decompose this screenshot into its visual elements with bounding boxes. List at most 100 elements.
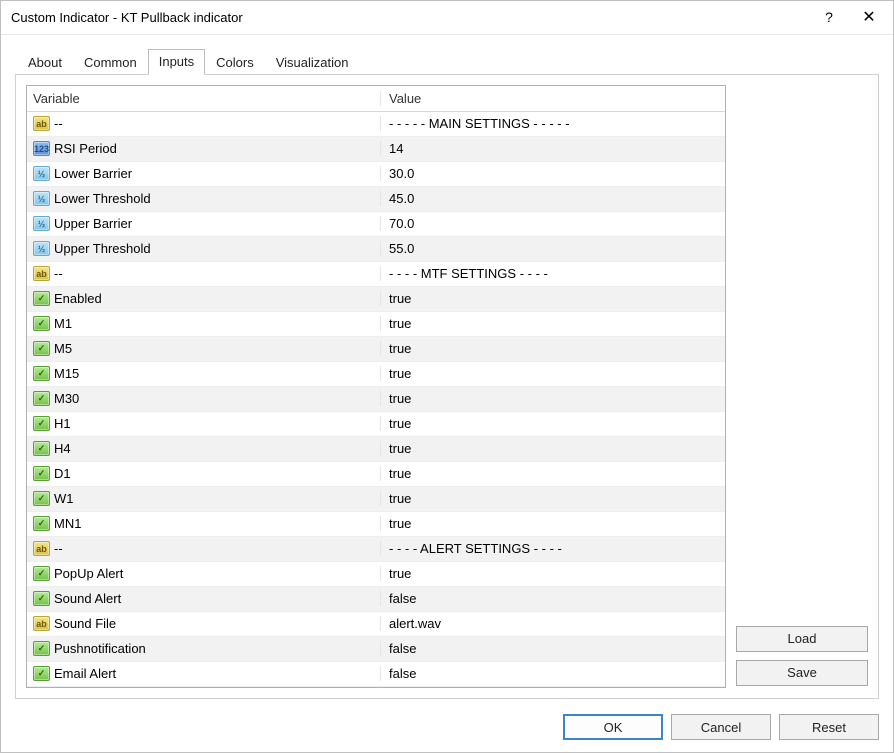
table-row[interactable]: ✓ D1 true bbox=[27, 462, 725, 487]
table-row[interactable]: ½ Lower Threshold 45.0 bbox=[27, 187, 725, 212]
table-header: Variable Value bbox=[27, 86, 725, 112]
cell-value[interactable]: true bbox=[380, 341, 725, 356]
cell-variable: 123RSI Period bbox=[27, 141, 380, 156]
cell-value[interactable]: true bbox=[380, 566, 725, 581]
type-text-icon: ab bbox=[33, 116, 50, 131]
window-title: Custom Indicator - KT Pullback indicator bbox=[11, 10, 809, 25]
cell-variable: ab-- bbox=[27, 116, 380, 131]
type-bool-icon: ✓ bbox=[33, 641, 50, 656]
table-row[interactable]: ✓MN1true bbox=[27, 512, 725, 537]
cell-variable: ab-- bbox=[27, 266, 380, 281]
tab-about[interactable]: About bbox=[17, 50, 73, 75]
cell-value[interactable]: true bbox=[380, 291, 725, 306]
tab-visualization[interactable]: Visualization bbox=[265, 50, 360, 75]
table-row[interactable]: ✓H1true bbox=[27, 412, 725, 437]
variable-name: Sound Alert bbox=[54, 591, 121, 606]
header-value[interactable]: Value bbox=[380, 91, 725, 106]
cell-value[interactable]: alert.wav bbox=[380, 616, 725, 631]
type-bool-icon: ✓ bbox=[33, 566, 50, 581]
tab-common[interactable]: Common bbox=[73, 50, 148, 75]
cell-variable: ✓ Email Alert bbox=[27, 666, 380, 681]
cell-value[interactable]: true bbox=[380, 316, 725, 331]
tab-inputs[interactable]: Inputs bbox=[148, 49, 205, 75]
table-row[interactable]: ✓ M15 true bbox=[27, 362, 725, 387]
titlebar: Custom Indicator - KT Pullback indicator… bbox=[1, 1, 893, 35]
cell-variable: ✓H4 bbox=[27, 441, 380, 456]
cell-variable: ✓ W1 bbox=[27, 491, 380, 506]
ok-button[interactable]: OK bbox=[563, 714, 663, 740]
variable-name: W1 bbox=[54, 491, 74, 506]
cell-value[interactable]: 45.0 bbox=[380, 191, 725, 206]
dialog-window: Custom Indicator - KT Pullback indicator… bbox=[0, 0, 894, 753]
variable-name: MN1 bbox=[54, 516, 81, 531]
variable-name: PopUp Alert bbox=[54, 566, 123, 581]
cell-value[interactable]: true bbox=[380, 441, 725, 456]
type-bool-icon: ✓ bbox=[33, 341, 50, 356]
close-icon: ✕ bbox=[862, 7, 875, 27]
variable-name: Email Alert bbox=[54, 666, 116, 681]
cell-value[interactable]: 14 bbox=[380, 141, 725, 156]
table-row[interactable]: ab--- - - - - MAIN SETTINGS - - - - - bbox=[27, 112, 725, 137]
table-row[interactable]: ✓Sound Alertfalse bbox=[27, 587, 725, 612]
close-button[interactable]: ✕ bbox=[849, 3, 889, 31]
table-row[interactable]: ✓ Pushnotification false bbox=[27, 637, 725, 662]
cell-variable: abSound File bbox=[27, 616, 380, 631]
cell-variable: ✓ Pushnotification bbox=[27, 641, 380, 656]
type-dbl-icon: ½ bbox=[33, 191, 50, 206]
type-bool-icon: ✓ bbox=[33, 441, 50, 456]
table-row[interactable]: ✓M30true bbox=[27, 387, 725, 412]
table-row[interactable]: ½Upper Threshold55.0 bbox=[27, 237, 725, 262]
cell-value[interactable]: true bbox=[380, 391, 725, 406]
type-bool-icon: ✓ bbox=[33, 491, 50, 506]
table-row[interactable]: ✓M1true bbox=[27, 312, 725, 337]
type-bool-icon: ✓ bbox=[33, 466, 50, 481]
cell-value[interactable]: true bbox=[380, 416, 725, 431]
variable-name: -- bbox=[54, 541, 63, 556]
help-button[interactable]: ? bbox=[809, 3, 849, 31]
reset-button[interactable]: Reset bbox=[779, 714, 879, 740]
table-row[interactable]: ✓Enabledtrue bbox=[27, 287, 725, 312]
save-button[interactable]: Save bbox=[736, 660, 868, 686]
table-row[interactable]: 123RSI Period14 bbox=[27, 137, 725, 162]
cell-value[interactable]: false bbox=[380, 666, 725, 681]
inputs-table: Variable Value ab--- - - - - MAIN SETTIN… bbox=[26, 85, 726, 688]
cell-value[interactable]: true bbox=[380, 466, 725, 481]
cell-value[interactable]: true bbox=[380, 366, 725, 381]
table-row[interactable]: ✓ PopUp Alert true bbox=[27, 562, 725, 587]
type-text-icon: ab bbox=[33, 616, 50, 631]
cell-variable: ✓Enabled bbox=[27, 291, 380, 306]
cell-value[interactable]: true bbox=[380, 516, 725, 531]
table-row[interactable]: ½Lower Barrier30.0 bbox=[27, 162, 725, 187]
cell-value[interactable]: 70.0 bbox=[380, 216, 725, 231]
table-row[interactable]: ab--- - - - MTF SETTINGS - - - - bbox=[27, 262, 725, 287]
cell-value[interactable]: true bbox=[380, 491, 725, 506]
dialog-footer: OK Cancel Reset bbox=[1, 709, 893, 752]
cell-value[interactable]: false bbox=[380, 641, 725, 656]
table-row[interactable]: ab--- - - - ALERT SETTINGS - - - - bbox=[27, 537, 725, 562]
table-row[interactable]: abSound Filealert.wav bbox=[27, 612, 725, 637]
cell-value[interactable]: - - - - ALERT SETTINGS - - - - bbox=[380, 541, 725, 556]
cell-variable: ✓M1 bbox=[27, 316, 380, 331]
tab-colors[interactable]: Colors bbox=[205, 50, 265, 75]
cell-value[interactable]: 30.0 bbox=[380, 166, 725, 181]
cell-value[interactable]: - - - - - MAIN SETTINGS - - - - - bbox=[380, 116, 725, 131]
variable-name: D1 bbox=[54, 466, 71, 481]
cell-variable: ½Upper Threshold bbox=[27, 241, 380, 256]
type-bool-icon: ✓ bbox=[33, 666, 50, 681]
variable-name: M15 bbox=[54, 366, 79, 381]
table-row[interactable]: ½Upper Barrier70.0 bbox=[27, 212, 725, 237]
cell-value[interactable]: - - - - MTF SETTINGS - - - - bbox=[380, 266, 725, 281]
table-row[interactable]: ✓H4true bbox=[27, 437, 725, 462]
table-row[interactable]: ✓ Email Alert false bbox=[27, 662, 725, 687]
cell-value[interactable]: false bbox=[380, 591, 725, 606]
type-bool-icon: ✓ bbox=[33, 366, 50, 381]
table-row[interactable]: ✓M5true bbox=[27, 337, 725, 362]
table-body: ab--- - - - - MAIN SETTINGS - - - - -123… bbox=[27, 112, 725, 687]
table-row[interactable]: ✓ W1 true bbox=[27, 487, 725, 512]
load-button[interactable]: Load bbox=[736, 626, 868, 652]
variable-name: Lower Threshold bbox=[54, 191, 151, 206]
header-variable[interactable]: Variable bbox=[27, 91, 380, 106]
variable-name: Pushnotification bbox=[54, 641, 146, 656]
cell-value[interactable]: 55.0 bbox=[380, 241, 725, 256]
cancel-button[interactable]: Cancel bbox=[671, 714, 771, 740]
